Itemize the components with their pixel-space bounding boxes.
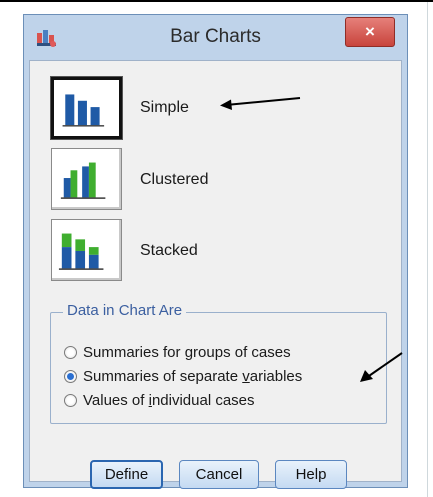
chart-label-stacked: Stacked	[140, 242, 198, 259]
radio-button[interactable]	[64, 394, 77, 407]
radio-label-text: Summaries of separate	[83, 368, 243, 385]
help-button[interactable]: Help	[275, 460, 347, 489]
radio-button[interactable]	[64, 346, 77, 359]
radio-values-individual[interactable]: Values of individual cases	[64, 392, 255, 409]
clustered-bar-chart-icon	[60, 162, 106, 199]
simple-chart-button[interactable]	[50, 76, 123, 140]
close-icon: ×	[365, 22, 375, 41]
radio-label-text: Summaries for	[83, 344, 185, 361]
annotation-arrow-down-icon	[360, 352, 403, 382]
radio-summaries-variables[interactable]: Summaries of separate variables	[64, 368, 302, 385]
simple-bar-chart-icon	[62, 94, 105, 127]
radio-label-text: Values of	[83, 392, 149, 409]
close-button[interactable]: ×	[345, 17, 395, 47]
radio-accelerator: g	[184, 344, 194, 361]
bar-charts-dialog: Bar Charts × Simple Clustered Stacked Da…	[23, 14, 408, 489]
radio-label-text: ariables	[249, 368, 303, 385]
chart-label-clustered: Clustered	[140, 171, 209, 188]
chart-label-simple: Simple	[140, 99, 189, 116]
radio-summaries-groups[interactable]: Summaries for groups of cases	[64, 344, 291, 361]
stacked-bar-chart-icon	[58, 233, 104, 270]
title-bar[interactable]: Bar Charts ×	[24, 15, 407, 61]
radio-label-text: roups of cases	[193, 344, 291, 361]
radio-accelerator: v	[242, 368, 250, 385]
define-button[interactable]: Define	[90, 460, 163, 489]
stacked-chart-button[interactable]	[51, 219, 122, 281]
radio-button-selected[interactable]	[64, 370, 77, 383]
annotation-arrow-left-icon	[220, 97, 301, 110]
right-guide-line	[427, 2, 428, 497]
top-border-line	[0, 0, 433, 2]
dialog-body: Simple Clustered Stacked Data in Chart A…	[29, 60, 402, 482]
cancel-button[interactable]: Cancel	[179, 460, 259, 489]
clustered-chart-button[interactable]	[51, 148, 122, 210]
group-legend: Data in Chart Are	[63, 302, 187, 319]
radio-label-text: ndividual cases	[151, 392, 255, 409]
